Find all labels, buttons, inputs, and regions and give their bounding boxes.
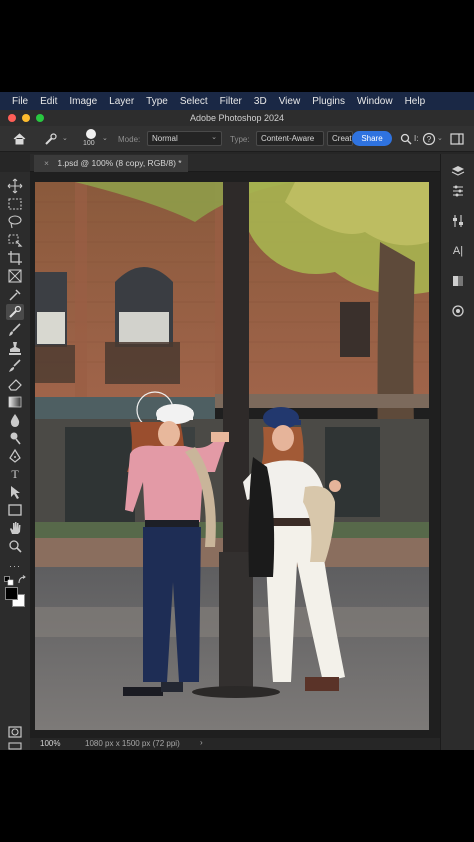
menu-type[interactable]: Type	[140, 96, 174, 107]
clone-stamp-icon[interactable]	[6, 340, 24, 356]
menu-filter[interactable]: Filter	[214, 96, 248, 107]
frame-icon[interactable]	[6, 268, 24, 284]
default-colors-icon[interactable]	[4, 576, 14, 586]
move-icon[interactable]	[6, 178, 24, 194]
pen-icon[interactable]	[6, 448, 24, 464]
mode-label: Mode:	[118, 135, 141, 144]
menu-bar: File Edit Image Layer Type Select Filter…	[0, 92, 474, 110]
spot-healing-brush-icon[interactable]	[6, 304, 24, 320]
menu-window[interactable]: Window	[351, 96, 399, 107]
status-info-arrow-icon[interactable]: ›	[200, 738, 203, 747]
window-title: Adobe Photoshop 2024	[189, 113, 285, 123]
tab-close-icon[interactable]: ×	[44, 158, 49, 168]
options-bar: ⌄ 100 ⌄ Mode: Normal ⌄ Type: Content-Awa…	[0, 126, 474, 152]
content-aware-label: Content-Aware	[261, 134, 315, 143]
menu-image[interactable]: Image	[63, 96, 103, 107]
content-aware-button[interactable]: Content-Aware	[256, 131, 324, 146]
rectangle-icon[interactable]	[6, 502, 24, 518]
brush-picker-chevron-icon[interactable]: ⌄	[102, 134, 108, 142]
tools-panel: T ···	[0, 172, 30, 750]
title-bar: Adobe Photoshop 2024	[0, 110, 474, 126]
status-bar: 100% 1080 px x 1500 px (72 ppi) ›	[30, 738, 440, 750]
home-icon[interactable]	[13, 133, 26, 145]
brush-preview-icon[interactable]	[86, 129, 96, 139]
menu-file[interactable]: File	[6, 96, 34, 107]
blur-icon[interactable]	[6, 412, 24, 428]
document-canvas[interactable]	[35, 182, 429, 730]
adjustments-panel-icon[interactable]	[451, 184, 465, 198]
document-tab[interactable]: × 1.psd @ 100% (8 copy, RGB/8) *	[34, 155, 188, 172]
layers-panel-icon[interactable]	[451, 164, 465, 178]
mode-chevron-icon: ⌄	[211, 134, 217, 141]
screen-mode-icon[interactable]	[6, 742, 24, 750]
menu-3d[interactable]: 3D	[248, 96, 273, 107]
help-icon[interactable]: ?	[422, 132, 436, 146]
search-icon[interactable]	[400, 133, 412, 145]
mode-value: Normal	[152, 134, 178, 143]
lasso-icon[interactable]	[6, 214, 24, 230]
workspace-icon[interactable]	[450, 133, 464, 145]
share-button[interactable]: Share	[352, 131, 392, 146]
svg-text:?: ?	[427, 135, 432, 144]
color-swatches-icon[interactable]	[4, 586, 28, 610]
eraser-icon[interactable]	[6, 376, 24, 392]
help-chevron-icon[interactable]: ⌄	[437, 134, 443, 142]
dodge-icon[interactable]	[6, 430, 24, 446]
path-select-icon[interactable]	[6, 484, 24, 500]
type-label: Type:	[230, 135, 250, 144]
channels-panel-icon[interactable]	[451, 274, 465, 288]
create-texture-button[interactable]: Creat	[327, 131, 353, 146]
tool-preset-chevron-icon[interactable]: ⌄	[62, 134, 68, 142]
healing-brush-tool-icon[interactable]	[44, 132, 58, 146]
menu-help[interactable]: Help	[399, 96, 432, 107]
zoom-icon[interactable]	[6, 538, 24, 554]
extra-option-label: I:	[414, 134, 419, 143]
type-icon[interactable]: T	[6, 466, 24, 482]
more-tools-icon[interactable]: ···	[6, 558, 24, 574]
properties-panel-icon[interactable]	[451, 214, 465, 228]
brush-icon[interactable]	[6, 322, 24, 338]
document-tab-title: 1.psd @ 100% (8 copy, RGB/8) *	[57, 158, 182, 168]
document-info: 1080 px x 1500 px (72 ppi)	[85, 739, 180, 748]
zoom-level[interactable]: 100%	[40, 739, 60, 748]
brush-size-value: 100	[83, 140, 95, 147]
character-panel-icon[interactable]: A|	[451, 244, 465, 258]
history-brush-icon[interactable]	[6, 358, 24, 374]
gradient-icon[interactable]	[6, 394, 24, 410]
marquee-icon[interactable]	[6, 196, 24, 212]
libraries-panel-icon[interactable]	[451, 304, 465, 318]
create-texture-label: Creat	[332, 134, 352, 143]
object-select-icon[interactable]	[6, 232, 24, 248]
quick-mask-icon[interactable]	[6, 724, 24, 740]
menu-select[interactable]: Select	[174, 96, 214, 107]
menu-edit[interactable]: Edit	[34, 96, 63, 107]
crop-icon[interactable]	[6, 250, 24, 266]
menu-layer[interactable]: Layer	[103, 96, 140, 107]
eyedropper-icon[interactable]	[6, 286, 24, 302]
menu-plugins[interactable]: Plugins	[306, 96, 351, 107]
hand-icon[interactable]	[6, 520, 24, 536]
right-panel-strip: A|	[440, 154, 474, 750]
document-tab-bar: × 1.psd @ 100% (8 copy, RGB/8) *	[30, 154, 440, 172]
menu-view[interactable]: View	[273, 96, 307, 107]
swap-colors-icon[interactable]	[17, 575, 27, 585]
mode-select[interactable]: Normal ⌄	[147, 131, 222, 146]
